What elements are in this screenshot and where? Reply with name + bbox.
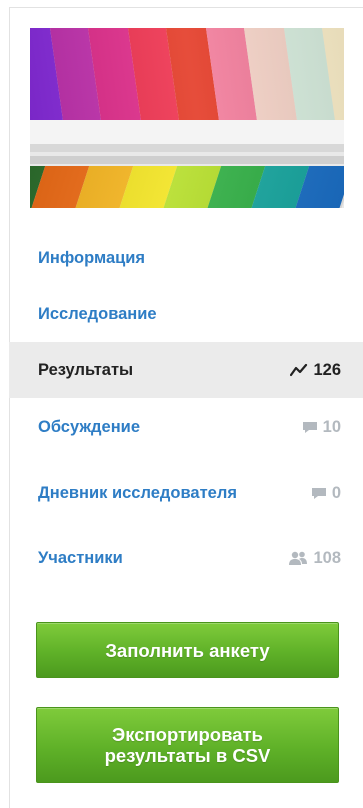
- nav-item-research[interactable]: Исследование: [9, 286, 363, 342]
- nav-item-researcher-diary[interactable]: Дневник исследователя 0: [9, 456, 363, 530]
- chart-line-icon: [290, 363, 308, 377]
- nav-item-label: Исследование: [38, 304, 157, 323]
- export-csv-button[interactable]: Экспортировать результаты в CSV: [36, 707, 339, 783]
- nav-item-discussion[interactable]: Обсуждение 10: [9, 398, 363, 456]
- nav-item-label: Результаты: [38, 360, 134, 379]
- diary-count: 0: [331, 483, 341, 502]
- nav-item-label: Дневник исследователя: [38, 483, 237, 502]
- nav-item-label: Обсуждение: [38, 417, 140, 436]
- comment-icon: [311, 488, 326, 499]
- participants-count: 108: [313, 548, 341, 567]
- diary-count-badge: 0: [311, 484, 341, 503]
- comment-icon: [302, 422, 317, 433]
- discussion-count-badge: 10: [302, 418, 341, 437]
- project-nav: Информация Исследование Результаты 126 О…: [9, 230, 363, 586]
- project-cover-image: [30, 28, 344, 208]
- nav-item-participants[interactable]: Участники 108: [9, 530, 363, 586]
- results-count-badge: 126: [290, 361, 341, 380]
- nav-item-label: Информация: [38, 248, 146, 267]
- nav-item-info[interactable]: Информация: [9, 230, 363, 286]
- users-icon: [289, 551, 308, 565]
- nav-item-results[interactable]: Результаты 126: [9, 342, 363, 398]
- discussion-count: 10: [322, 417, 341, 436]
- participants-count-badge: 108: [288, 549, 341, 568]
- nav-item-label: Участники: [38, 548, 123, 567]
- results-count: 126: [313, 360, 341, 379]
- fill-survey-button[interactable]: Заполнить анкету: [36, 622, 339, 678]
